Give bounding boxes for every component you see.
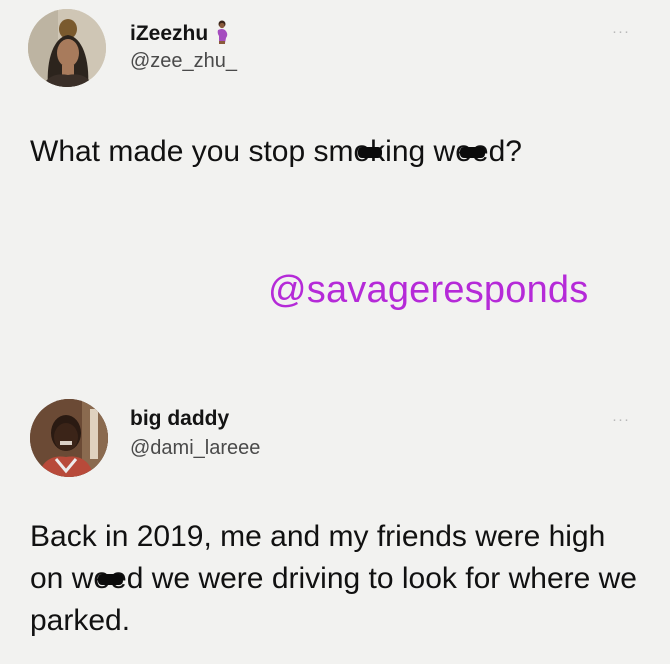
censor-scribble: ee [93,558,126,600]
display-name[interactable]: iZeezhu [130,20,230,50]
avatar[interactable] [28,9,106,87]
tweet-text: What made you stop smoking weed? [30,131,522,173]
tweet-card-izeezhu[interactable]: iZeezhu @zee_zhu_ ··· What made you stop… [0,0,670,250]
censor-scribble: ee [455,131,488,173]
more-options-icon[interactable]: ··· [612,24,630,39]
censor-scribble: ok [353,131,385,173]
avatar-image [30,399,108,477]
more-options-icon[interactable]: ··· [612,412,630,427]
display-name[interactable]: big daddy [130,407,229,431]
tweet-card-big-daddy[interactable]: big daddy @dami_lareee ··· Back in 2019,… [0,385,670,664]
pregnant-woman-emoji-icon [214,20,230,50]
user-handle[interactable]: @zee_zhu_ [130,50,237,73]
tweet-text: Back in 2019, me and my friends were hig… [30,520,637,637]
watermark: @savageresponds [268,269,589,311]
user-handle[interactable]: @dami_lareee [130,437,260,460]
avatar-image [28,9,106,87]
avatar[interactable] [30,399,108,477]
